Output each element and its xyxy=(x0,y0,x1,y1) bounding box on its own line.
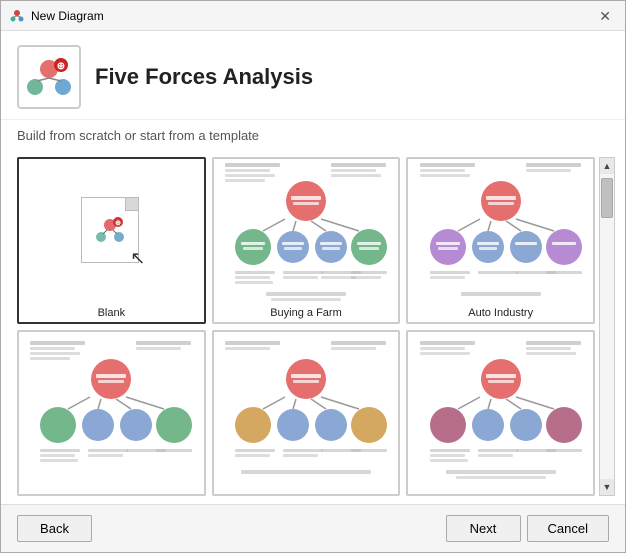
template5-preview xyxy=(214,332,399,489)
buying-a-farm-diagram xyxy=(221,159,391,304)
buying-a-farm-preview xyxy=(214,159,399,304)
diagram-type-icon-box: ⊕ xyxy=(17,45,81,109)
template4-preview xyxy=(19,332,204,489)
auto-industry-label: Auto Industry xyxy=(408,304,593,322)
cancel-button[interactable]: Cancel xyxy=(527,515,609,542)
titlebar-title: New Diagram xyxy=(31,9,593,23)
titlebar-icon xyxy=(9,8,25,24)
template6-label xyxy=(408,488,593,494)
template-buying-a-farm[interactable]: Buying a Farm xyxy=(212,157,401,324)
footer-right-buttons: Next Cancel xyxy=(446,515,609,542)
auto-industry-preview xyxy=(408,159,593,304)
template6-preview xyxy=(408,332,593,489)
header: ⊕ Five Forces Analysis xyxy=(1,31,625,120)
next-button[interactable]: Next xyxy=(446,515,521,542)
dialog-title: Five Forces Analysis xyxy=(95,64,313,90)
scrollbar-thumb[interactable] xyxy=(601,178,613,218)
scrollbar-track xyxy=(600,174,614,479)
template4-diagram xyxy=(26,337,196,482)
close-button[interactable]: ✕ xyxy=(593,7,617,25)
template-4[interactable] xyxy=(17,330,206,497)
blank-label: Blank xyxy=(19,304,204,322)
blank-preview: ⊕ ↖ xyxy=(19,159,204,304)
scroll-up-button[interactable]: ▲ xyxy=(600,158,614,174)
five-forces-icon: ⊕ xyxy=(23,51,75,103)
template-6[interactable] xyxy=(406,330,595,497)
template5-label xyxy=(214,488,399,494)
template-auto-industry[interactable]: Auto Industry xyxy=(406,157,595,324)
buying-a-farm-label: Buying a Farm xyxy=(214,304,399,322)
template-5[interactable] xyxy=(212,330,401,497)
footer: Back Next Cancel xyxy=(1,504,625,552)
template-blank[interactable]: ⊕ ↖ Blank xyxy=(17,157,206,324)
back-button[interactable]: Back xyxy=(17,515,92,542)
template6-diagram xyxy=(416,337,586,482)
auto-industry-diagram xyxy=(416,159,586,304)
template-grid-area: ⊕ ↖ Blank xyxy=(1,149,625,504)
titlebar: New Diagram ✕ xyxy=(1,1,625,31)
template4-label xyxy=(19,488,204,494)
scroll-down-button[interactable]: ▼ xyxy=(600,479,614,495)
svg-text:⊕: ⊕ xyxy=(57,61,65,72)
template-grid: ⊕ ↖ Blank xyxy=(17,157,595,496)
scrollbar: ▲ ▼ xyxy=(599,157,615,496)
new-diagram-dialog: New Diagram ✕ ⊕ Five Forces Analysis Bui… xyxy=(0,0,626,553)
svg-text:⊕: ⊕ xyxy=(115,220,121,227)
subtitle: Build from scratch or start from a templ… xyxy=(1,120,625,149)
template5-diagram xyxy=(221,337,391,482)
